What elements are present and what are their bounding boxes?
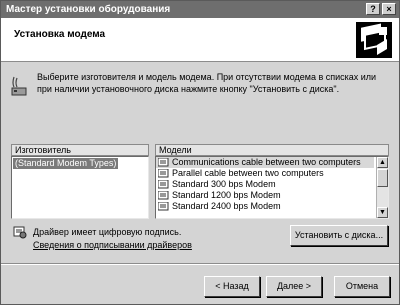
help-button[interactable]: ? bbox=[366, 3, 380, 15]
signed-driver-icon bbox=[158, 191, 169, 200]
model-list-scrollbar[interactable]: ▲ ▼ bbox=[376, 157, 388, 218]
manufacturer-item[interactable]: (Standard Modem Types) bbox=[13, 158, 119, 169]
signed-driver-icon bbox=[158, 169, 169, 178]
signed-driver-icon bbox=[158, 180, 169, 189]
next-button[interactable]: Далее > bbox=[266, 276, 322, 297]
have-disk-button[interactable]: Установить с диска... bbox=[290, 225, 388, 246]
divider bbox=[1, 263, 399, 265]
signed-driver-icon bbox=[158, 158, 169, 167]
model-item[interactable]: Standard 300 bps Modem bbox=[156, 179, 388, 190]
model-item-label: Standard 300 bps Modem bbox=[172, 179, 276, 189]
page-title: Установка модема bbox=[14, 29, 106, 40]
wizard-header: Установка модема bbox=[1, 18, 399, 62]
hardware-wizard-icon bbox=[356, 22, 392, 58]
model-item[interactable]: Standard 1200 bps Modem bbox=[156, 190, 388, 201]
driver-signing-link[interactable]: Сведения о подписывании драйверов bbox=[33, 240, 192, 250]
model-column-header[interactable]: Модели bbox=[155, 144, 389, 156]
signed-driver-icon bbox=[13, 226, 27, 239]
model-item[interactable]: Communications cable between two compute… bbox=[156, 157, 374, 168]
model-list[interactable]: Communications cable between two compute… bbox=[155, 156, 389, 219]
hardware-wizard-window: Мастер установки оборудования ? × Устано… bbox=[0, 0, 400, 305]
model-item[interactable]: Standard 2400 bps Modem bbox=[156, 201, 388, 212]
model-item-label: Standard 1200 bps Modem bbox=[172, 190, 281, 200]
model-item-label: Parallel cable between two computers bbox=[172, 168, 324, 178]
modem-icon bbox=[11, 76, 27, 96]
manufacturer-list[interactable]: (Standard Modem Types) bbox=[11, 156, 149, 219]
cancel-button[interactable]: Отмена bbox=[334, 276, 390, 297]
model-item-label: Communications cable between two compute… bbox=[172, 157, 361, 167]
back-button[interactable]: < Назад bbox=[204, 276, 260, 297]
close-button[interactable]: × bbox=[382, 3, 396, 15]
title-buttons: ? × bbox=[366, 3, 396, 15]
manufacturer-column-header[interactable]: Изготовитель bbox=[11, 144, 149, 156]
scroll-thumb[interactable] bbox=[377, 169, 388, 187]
model-item[interactable]: Parallel cable between two computers bbox=[156, 168, 388, 179]
signature-status: Драйвер имеет цифровую подпись. bbox=[33, 227, 182, 237]
scroll-up-button[interactable]: ▲ bbox=[377, 157, 388, 168]
title-bar[interactable]: Мастер установки оборудования ? × bbox=[1, 1, 399, 18]
signed-driver-icon bbox=[158, 202, 169, 211]
scroll-down-button[interactable]: ▼ bbox=[377, 207, 388, 218]
window-title: Мастер установки оборудования bbox=[6, 4, 171, 15]
instruction-text: Выберите изготовителя и модель модема. П… bbox=[37, 72, 377, 94]
model-item-label: Standard 2400 bps Modem bbox=[172, 201, 281, 211]
